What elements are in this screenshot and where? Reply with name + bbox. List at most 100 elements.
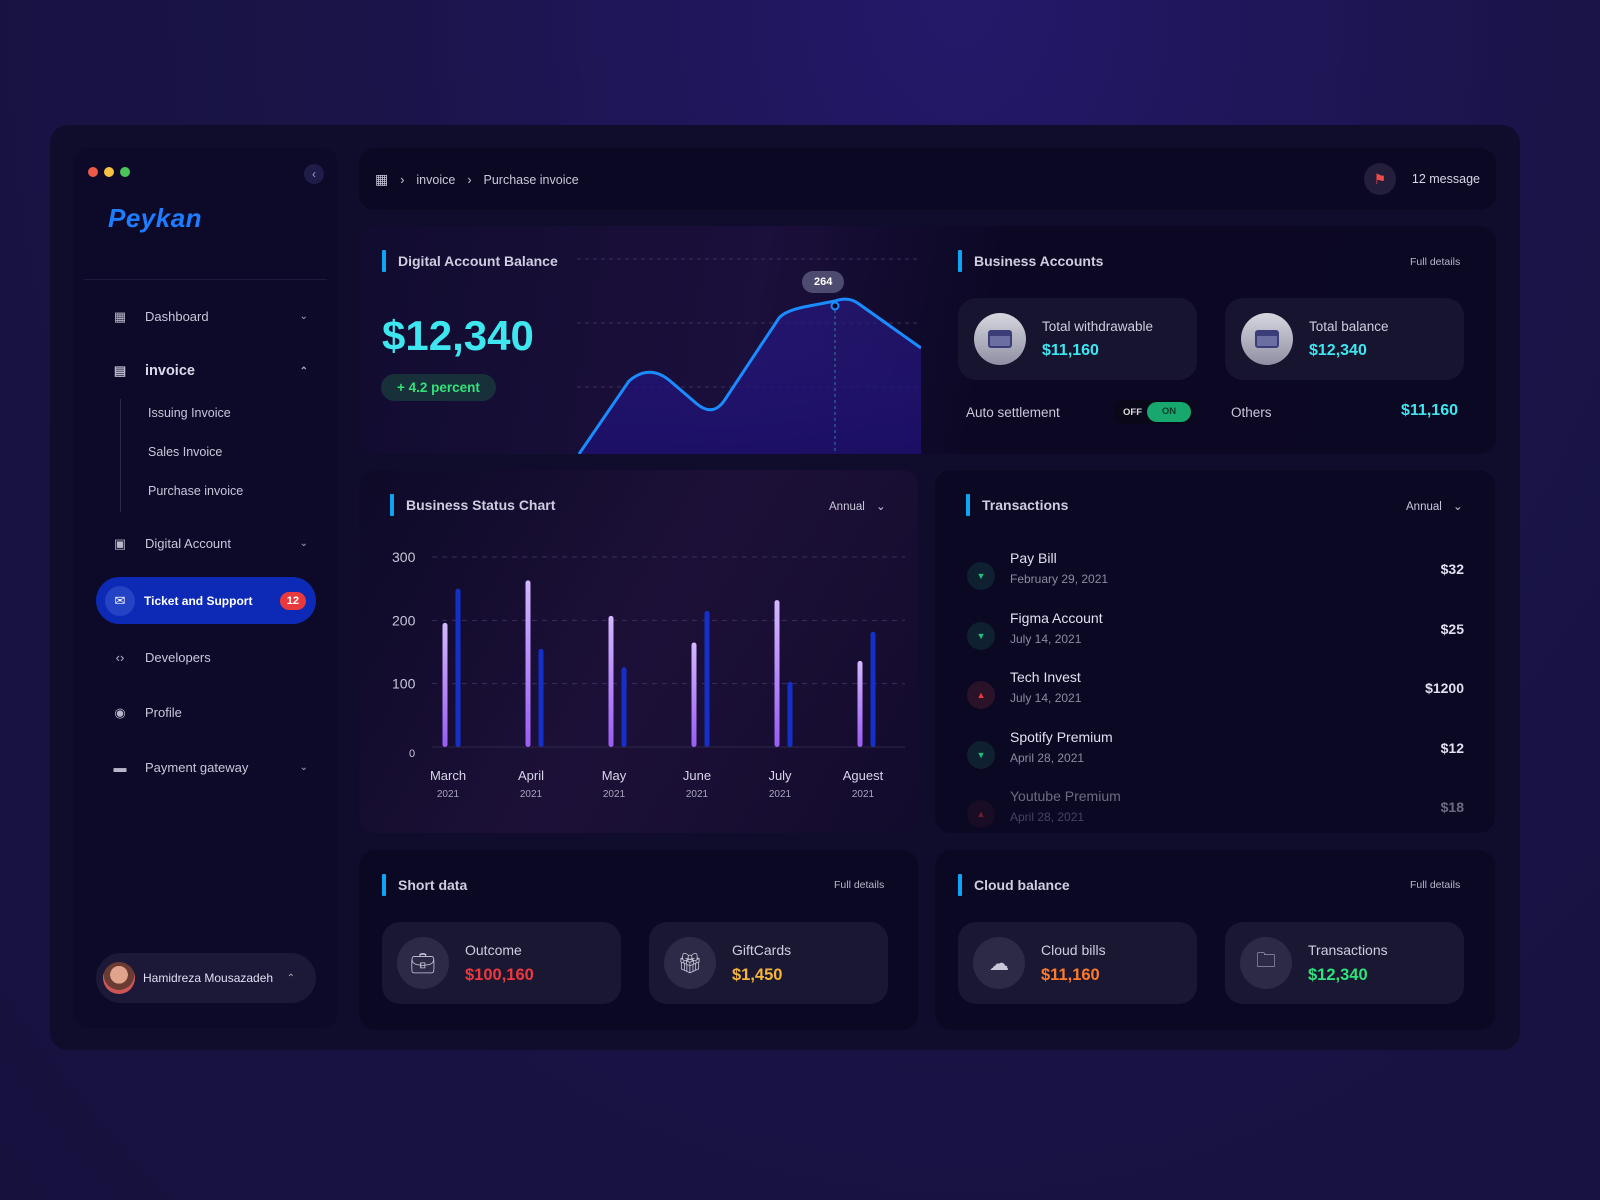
change-badge: + 4.2 percent <box>381 374 496 401</box>
cloud-balance-card: Cloud balance Full details ☁︎ Cloud bills… <box>935 850 1495 1030</box>
code-icon: ‹› <box>115 649 125 665</box>
sidebar-item-ticket-and-support[interactable]: ✉ Ticket and Support 12 <box>96 577 316 624</box>
sidebar-item-label: Developers <box>145 650 211 665</box>
logo: Peykan <box>108 203 203 233</box>
window-controls <box>88 167 130 177</box>
transaction-row[interactable]: ▼ Pay Bill February 29, 2021 $32 <box>967 548 1467 598</box>
sidebar-item-developers[interactable]: ‹› Developers <box>113 650 308 665</box>
collapse-sidebar-button[interactable]: ‹ <box>304 164 324 184</box>
chevron-right-icon: › <box>467 172 472 187</box>
card-title: Business Accounts <box>958 250 1103 272</box>
transaction-name: Figma Account <box>1010 609 1103 626</box>
period-dropdown[interactable]: Annual ⌄ <box>1406 499 1463 513</box>
full-details-link[interactable]: Full details <box>834 879 884 891</box>
transaction-name: Tech Invest <box>1010 669 1081 685</box>
stat-card-cloud-bills[interactable]: ☁︎ Cloud bills $11,160 <box>958 922 1197 1004</box>
close-dot[interactable] <box>88 167 98 177</box>
credit-card-icon <box>974 313 1026 365</box>
arrow-up-icon: ▲ <box>967 800 995 828</box>
credit-card-icon <box>1241 313 1293 365</box>
card-title: Cloud balance <box>958 874 1070 896</box>
transaction-date: April 28, 2021 <box>1010 750 1085 765</box>
transaction-amount: $1200 <box>1425 680 1464 696</box>
bar <box>608 615 614 747</box>
chart-tooltip: 264 <box>802 271 845 293</box>
toggle-off-label: OFF <box>1123 406 1142 418</box>
grid-icon: ▦ <box>113 308 127 324</box>
account-card[interactable]: Total balance $12,340 <box>1225 298 1464 380</box>
chevron-down-icon: ⌄ <box>299 762 308 773</box>
sidebar-item-label: Digital Account <box>145 536 231 551</box>
business-status-chart-card: Business Status Chart Annual ⌄ 0 100 200 30… <box>359 470 918 833</box>
chevron-up-icon: ⌃ <box>299 365 308 377</box>
auto-settlement-label: Auto settlement <box>966 405 1060 420</box>
chevron-right-icon: › <box>400 172 405 187</box>
chevron-down-icon: ⌄ <box>299 311 308 322</box>
sidebar-item-digital-account[interactable]: ▣ Digital Account ⌄ <box>113 536 308 551</box>
messages[interactable]: ⚑ 12 message <box>1363 163 1480 195</box>
transaction-date: April 28, 2021 <box>1010 810 1085 824</box>
others-label: Others <box>1231 405 1272 420</box>
y-tick-label: 200 <box>392 612 416 628</box>
top-bar: ▦ › invoice › Purchase invoice ⚑ 12 message <box>359 148 1496 210</box>
gift-card-icon: 🎁︎ <box>664 937 716 989</box>
arrow-up-icon: ▲ <box>967 681 995 709</box>
chevron-down-icon: ⌄ <box>299 538 308 549</box>
bar <box>787 681 793 747</box>
transaction-row[interactable]: ▼ Spotify Premium April 28, 2021 $12 <box>967 727 1467 777</box>
transaction-amount: $25 <box>1440 620 1464 637</box>
sidebar-subitem-sales-invoice[interactable]: Sales Invoice <box>148 445 222 459</box>
sidebar-item-invoice[interactable]: ▤ invoice ⌃ <box>113 363 308 379</box>
user-circle-icon: ◉ <box>114 704 126 720</box>
credit-card-icon: ▬ <box>113 759 127 775</box>
hover-point[interactable] <box>830 301 840 311</box>
account-label: Total balance <box>1309 318 1389 334</box>
bar <box>704 610 710 747</box>
balance-amount: $12,340 <box>382 312 534 359</box>
sidebar-item-profile[interactable]: ◉ Profile <box>113 705 308 720</box>
y-tick-label: 0 <box>409 748 415 760</box>
maximize-dot[interactable] <box>120 167 130 177</box>
bar-chart: 0 100 200 300 March 2021 April 2021 May 2021 June 2… <box>392 549 905 800</box>
stat-value: $100,160 <box>465 965 534 984</box>
full-details-link[interactable]: Full details <box>1410 879 1460 891</box>
stat-card-outcome[interactable]: 💼︎ Outcome $100,160 <box>382 922 621 1004</box>
sidebar-subitem-purchase-invoice[interactable]: Purchase invoice <box>148 484 243 498</box>
y-tick-label: 100 <box>392 676 416 692</box>
toggle-on-label: ON <box>1147 402 1191 422</box>
x-tick-label: June <box>683 768 711 783</box>
breadcrumb-invoice[interactable]: invoice <box>416 173 455 187</box>
transaction-row[interactable]: ▼ Figma Account July 14, 2021 $25 <box>967 608 1467 658</box>
sidebar-item-dashboard[interactable]: ▦ Dashboard ⌄ <box>113 309 308 324</box>
sidebar-item-label: Payment gateway <box>145 760 249 775</box>
stat-label: Cloud bills <box>1041 941 1106 958</box>
stat-label: Transactions <box>1308 941 1388 958</box>
transaction-name: Spotify Premium <box>1010 728 1113 745</box>
account-label: Total withdrawable <box>1042 318 1154 334</box>
bar <box>857 660 863 747</box>
transaction-row[interactable]: ▲ Youtube Premium April 28, 2021 $18 <box>967 786 1467 833</box>
mail-icon: ✉ <box>105 585 135 616</box>
briefcase-icon: 💼︎ <box>397 937 449 989</box>
home-grid-icon[interactable]: ▦ <box>375 171 388 188</box>
card-title: Transactions <box>966 494 1068 516</box>
transaction-date: July 14, 2021 <box>1010 631 1082 646</box>
minimize-dot[interactable] <box>104 167 114 177</box>
breadcrumb-purchase-invoice: Purchase invoice <box>483 172 579 187</box>
full-details-link[interactable]: Full details <box>1410 256 1460 268</box>
sidebar-subitem-issuing-invoice[interactable]: Issuing Invoice <box>148 406 231 420</box>
user-name: Hamidreza Mousazadeh <box>143 971 274 985</box>
notification-badge: 12 <box>279 591 306 610</box>
account-value: $12,340 <box>1309 341 1367 359</box>
stat-card-transactions[interactable]: 🗀︎ Transactions $12,340 <box>1225 922 1464 1004</box>
submenu-line <box>120 399 121 512</box>
sidebar-item-payment-gateway[interactable]: ▬ Payment gateway ⌄ <box>113 759 309 775</box>
stat-card-giftcards[interactable]: 🎁︎ GiftCards $1,450 <box>649 922 888 1004</box>
sidebar-item-label: invoice <box>145 363 195 379</box>
x-tick-sublabel: 2021 <box>852 789 875 800</box>
auto-settlement-toggle[interactable]: OFF ON <box>1114 400 1194 424</box>
transaction-row[interactable]: ▲ Tech Invest July 14, 2021 $1200 <box>967 667 1467 717</box>
bar <box>621 667 627 747</box>
user-menu[interactable]: Hamidreza Mousazadeh ⌃ <box>96 953 316 1003</box>
account-card[interactable]: Total withdrawable $11,160 <box>958 298 1197 380</box>
